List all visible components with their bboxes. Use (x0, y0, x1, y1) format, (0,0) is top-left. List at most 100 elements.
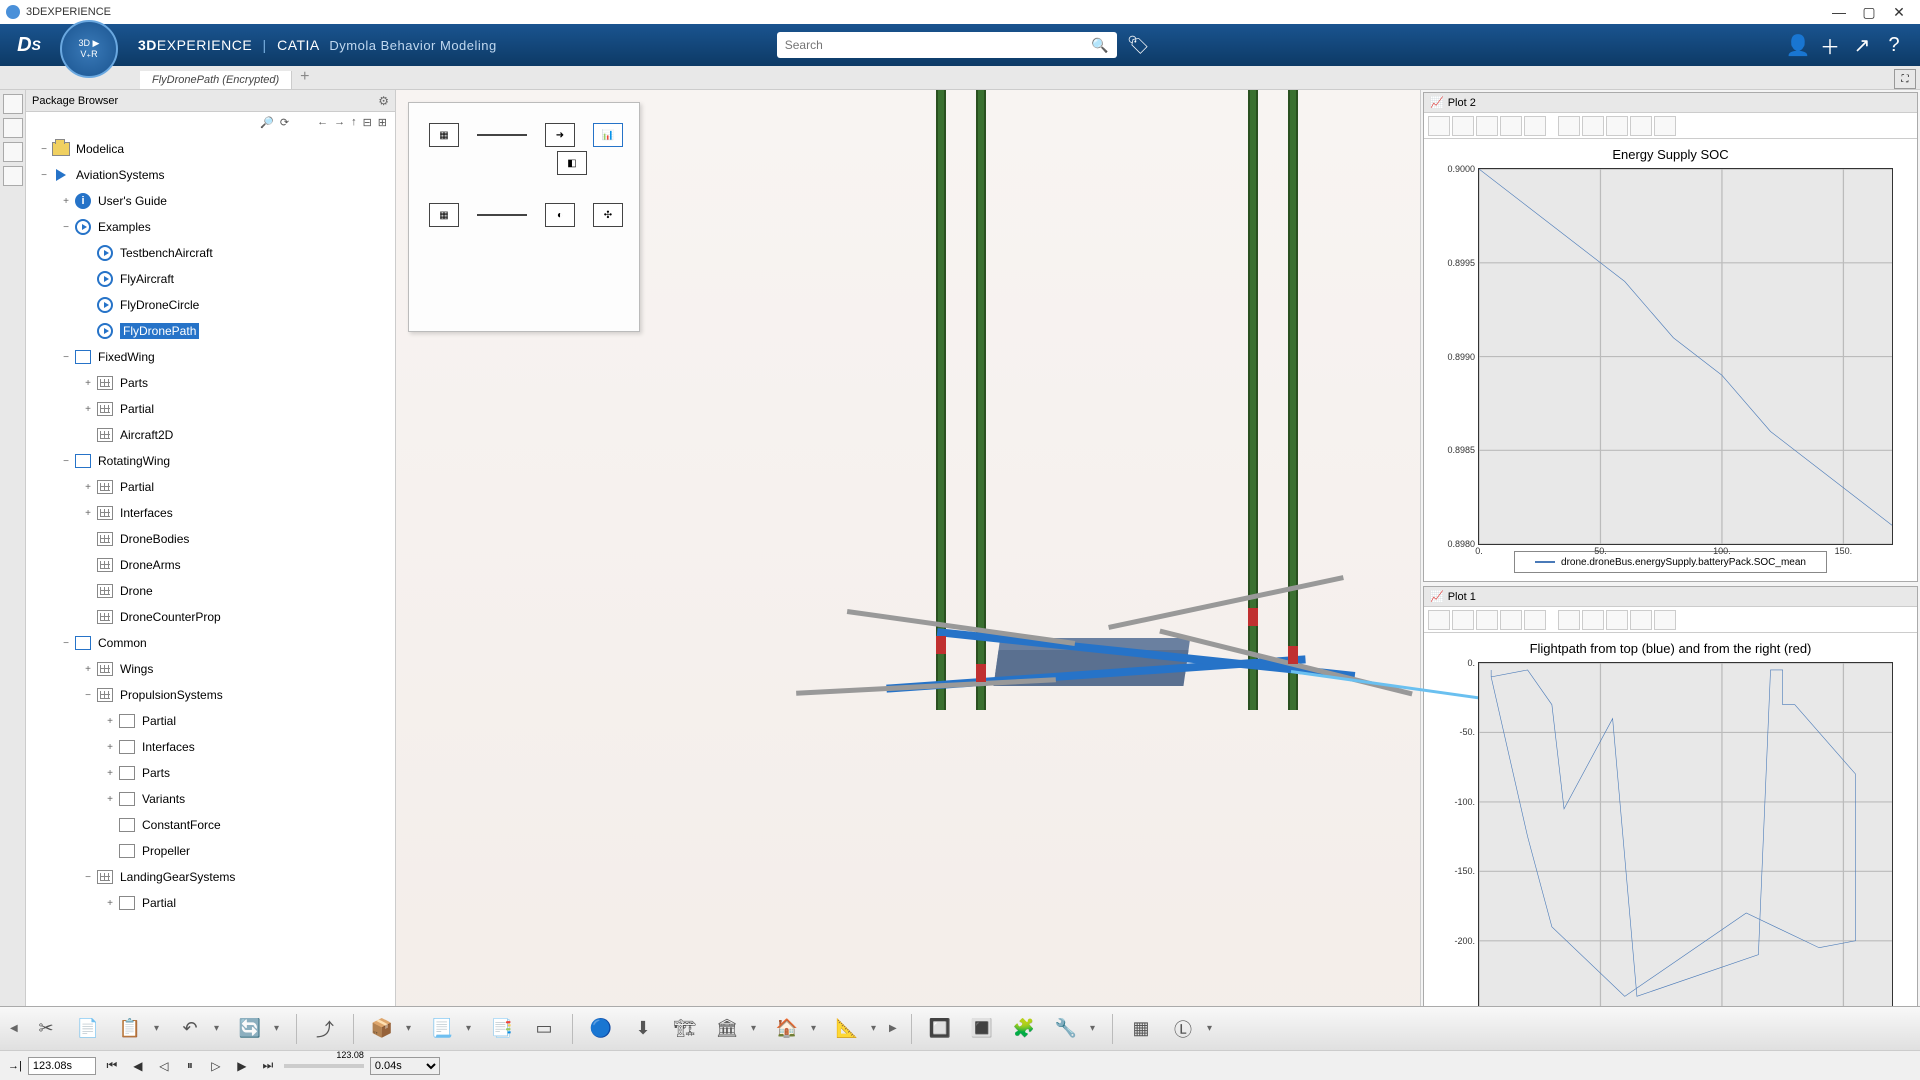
step-back-button[interactable]: ◀ (128, 1057, 148, 1075)
tree-item[interactable]: +Parts (30, 760, 391, 786)
share-icon[interactable]: ↗ (1846, 29, 1878, 61)
frame-back-button[interactable]: ◁ (154, 1057, 174, 1075)
tree-item[interactable]: TestbenchAircraft (30, 240, 391, 266)
tree-item[interactable]: Aircraft2D (30, 422, 391, 448)
tool-1[interactable] (3, 94, 23, 114)
step-fwd-button[interactable]: ▶ (232, 1057, 252, 1075)
close-button[interactable]: ✕ (1884, 2, 1914, 22)
chevron-left-icon[interactable]: ◀ (10, 1023, 22, 1034)
search-field[interactable]: 🔍 (777, 32, 1117, 58)
plot-tool[interactable] (1500, 116, 1522, 136)
tab-flydronepath[interactable]: FlyDronePath (Encrypted) (140, 71, 292, 89)
tree-item[interactable]: +Interfaces (30, 500, 391, 526)
goto-start-icon[interactable]: →| (8, 1060, 22, 1072)
minimize-button[interactable]: — (1824, 2, 1854, 22)
document-button[interactable]: 📃 (424, 1012, 460, 1046)
nav-fwd-icon[interactable]: → (332, 116, 347, 128)
tool-4[interactable] (3, 166, 23, 186)
tree-item[interactable]: FlyAircraft (30, 266, 391, 292)
plot-tool[interactable] (1606, 610, 1628, 630)
plot-tool[interactable] (1582, 116, 1604, 136)
action-3[interactable]: 🏗 (667, 1012, 703, 1046)
tree-item[interactable]: −Common (30, 630, 391, 656)
plot-tool[interactable] (1582, 610, 1604, 630)
tree-item[interactable]: Drone (30, 578, 391, 604)
tree-item[interactable]: Propeller (30, 838, 391, 864)
package-tree[interactable]: −Modelica−AviationSystems+iUser's Guide−… (26, 132, 395, 1078)
plot-tool[interactable] (1606, 116, 1628, 136)
layers-button[interactable]: Ⓛ (1165, 1012, 1201, 1046)
tool-2[interactable] (3, 118, 23, 138)
tree-item[interactable]: DroneArms (30, 552, 391, 578)
tree-item[interactable]: +Variants (30, 786, 391, 812)
plot-tool[interactable] (1524, 116, 1546, 136)
plot-tool[interactable] (1630, 116, 1652, 136)
plot-tool[interactable] (1558, 610, 1580, 630)
help-icon[interactable]: ? (1878, 29, 1910, 61)
view-3[interactable]: 🧩 (1006, 1012, 1042, 1046)
tree-item[interactable]: +Partial (30, 396, 391, 422)
plot-tool[interactable] (1500, 610, 1522, 630)
search-input[interactable] (785, 38, 1092, 52)
compass-icon[interactable]: 3D ▶V₊R (60, 20, 118, 78)
export-button[interactable]: ⤴ (307, 1012, 343, 1046)
time-input[interactable] (28, 1057, 96, 1075)
tree-item[interactable]: +Interfaces (30, 734, 391, 760)
grid-button[interactable]: ▦ (1123, 1012, 1159, 1046)
plot-tool[interactable] (1654, 116, 1676, 136)
tree-item[interactable]: +Partial (30, 708, 391, 734)
step-select[interactable]: 0.04s (370, 1057, 440, 1075)
plot-tool[interactable] (1558, 116, 1580, 136)
view-4[interactable]: 🔧 (1048, 1012, 1084, 1046)
view-2[interactable]: 🔳 (964, 1012, 1000, 1046)
tree-item[interactable]: +Parts (30, 370, 391, 396)
tree-item[interactable]: −AviationSystems (30, 162, 391, 188)
gear-icon[interactable]: ⚙ (378, 94, 389, 108)
tree-item[interactable]: −Examples (30, 214, 391, 240)
tree-item[interactable]: FlyDronePath (30, 318, 391, 344)
add-icon[interactable]: ＋ (1814, 29, 1846, 61)
pause-button[interactable]: ⏸ (180, 1057, 200, 1075)
plot-tool[interactable] (1452, 610, 1474, 630)
undo-button[interactable]: ↶ (172, 1012, 208, 1046)
search-icon[interactable]: 🔍 (1091, 37, 1108, 54)
user-icon[interactable]: 👤 (1782, 29, 1814, 61)
new-tab-button[interactable]: + (292, 65, 317, 89)
plot-2-tab[interactable]: 📈 Plot 2 (1424, 93, 1917, 113)
tree-item[interactable]: +iUser's Guide (30, 188, 391, 214)
nav-back-icon[interactable]: ← (315, 116, 330, 128)
paste-button[interactable]: 📋 (112, 1012, 148, 1046)
filter-icon[interactable]: 🔎 (258, 116, 276, 129)
plot-tool[interactable] (1630, 610, 1652, 630)
plot-tool[interactable] (1428, 116, 1450, 136)
plot-tool[interactable] (1524, 610, 1546, 630)
refresh-icon[interactable]: ⟳ (278, 116, 291, 129)
tree-item[interactable]: +Partial (30, 890, 391, 916)
params-button[interactable]: 📑 (484, 1012, 520, 1046)
refresh-button[interactable]: 🔄 (232, 1012, 268, 1046)
maximize-button[interactable]: ▢ (1854, 2, 1884, 22)
action-2[interactable]: ⬇ (625, 1012, 661, 1046)
action-5[interactable]: 🏠 (769, 1012, 805, 1046)
code-button[interactable]: ▭ (526, 1012, 562, 1046)
tree-item[interactable]: +Partial (30, 474, 391, 500)
tool-3[interactable] (3, 142, 23, 162)
view-1[interactable]: 🔲 (922, 1012, 958, 1046)
tree-item[interactable]: ConstantForce (30, 812, 391, 838)
cut-button[interactable]: ✂ (28, 1012, 64, 1046)
tree-item[interactable]: −FixedWing (30, 344, 391, 370)
tree-item[interactable]: +Wings (30, 656, 391, 682)
plot-tool[interactable] (1452, 116, 1474, 136)
tree-item[interactable]: −PropulsionSystems (30, 682, 391, 708)
nav-up-icon[interactable]: ↑ (349, 116, 359, 128)
tree-item[interactable]: −LandingGearSystems (30, 864, 391, 890)
expand-view-button[interactable]: ⛶ (1894, 69, 1916, 89)
action-4[interactable]: 🏛 (709, 1012, 745, 1046)
tree-item[interactable]: DroneCounterProp (30, 604, 391, 630)
ds-logo-icon[interactable]: DS (10, 26, 48, 64)
package-button[interactable]: 📦 (364, 1012, 400, 1046)
time-slider[interactable]: 123.08 (284, 1064, 364, 1068)
plot-1-tab[interactable]: 📈 Plot 1 (1424, 587, 1917, 607)
plot-tool[interactable] (1476, 116, 1498, 136)
3d-canvas[interactable]: ▦ ➜ 📊 ◧ ▦ ◐ ✣ (396, 90, 1420, 1078)
